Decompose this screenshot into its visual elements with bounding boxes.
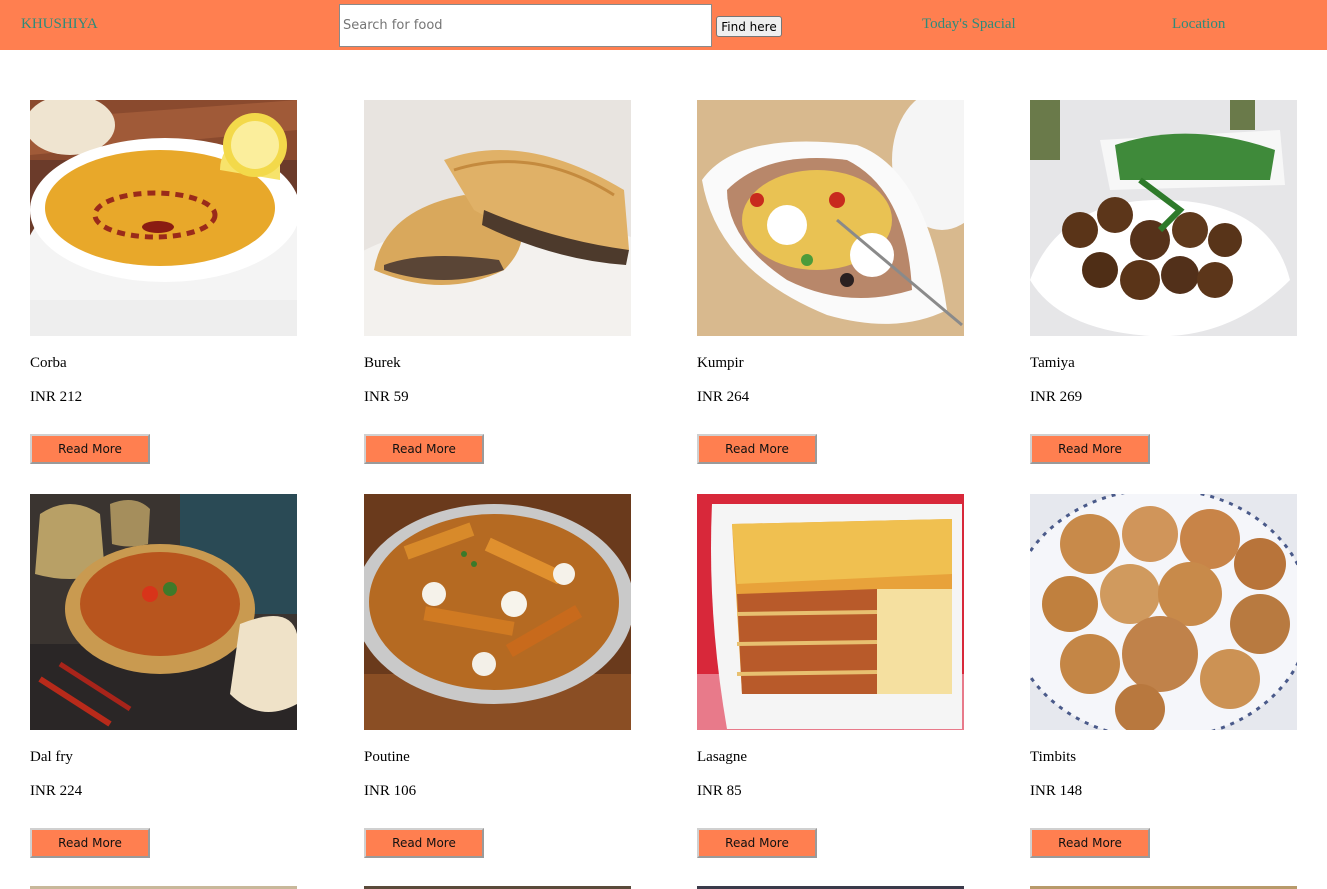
food-name: Poutine [364,749,410,765]
food-name: Timbits [1030,749,1077,765]
read-more-button[interactable]: Read More [30,828,150,858]
food-price: INR 212 [30,389,83,405]
read-more-button[interactable]: Read More [697,434,817,464]
food-price: INR 106 [364,783,417,799]
read-more-button[interactable]: Read More [1030,434,1150,464]
food-name: Burek [364,355,401,371]
food-name: Kumpir [697,355,744,371]
search-input[interactable] [339,4,712,47]
nav-link-todays-special[interactable]: Today's Spacial [922,16,1016,33]
kumpir-image [697,100,964,336]
poutine-image [364,494,631,730]
nav-link-location[interactable]: Location [1172,16,1225,33]
dal-fry-image [30,494,297,730]
food-price: INR 269 [1030,389,1083,405]
food-price: INR 59 [364,389,409,405]
food-price: INR 148 [1030,783,1083,799]
lasagne-image [697,494,964,730]
food-name: Corba [30,355,67,371]
tamiya-image [1030,100,1297,336]
brand-logo[interactable]: KHUSHIYA [21,16,98,33]
burek-image [364,100,631,336]
read-more-button[interactable]: Read More [30,434,150,464]
read-more-button[interactable]: Read More [1030,828,1150,858]
corba-image [30,100,297,336]
find-here-button[interactable]: Find here [716,16,782,37]
food-price: INR 85 [697,783,742,799]
food-name: Lasagne [697,749,747,765]
top-navbar: KHUSHIYA Find here Today's Spacial Locat… [0,0,1327,50]
food-name: Dal fry [30,749,73,765]
food-name: Tamiya [1030,355,1075,371]
food-price: INR 224 [30,783,83,799]
food-price: INR 264 [697,389,750,405]
read-more-button[interactable]: Read More [364,828,484,858]
read-more-button[interactable]: Read More [364,434,484,464]
timbits-image [1030,494,1297,730]
read-more-button[interactable]: Read More [697,828,817,858]
